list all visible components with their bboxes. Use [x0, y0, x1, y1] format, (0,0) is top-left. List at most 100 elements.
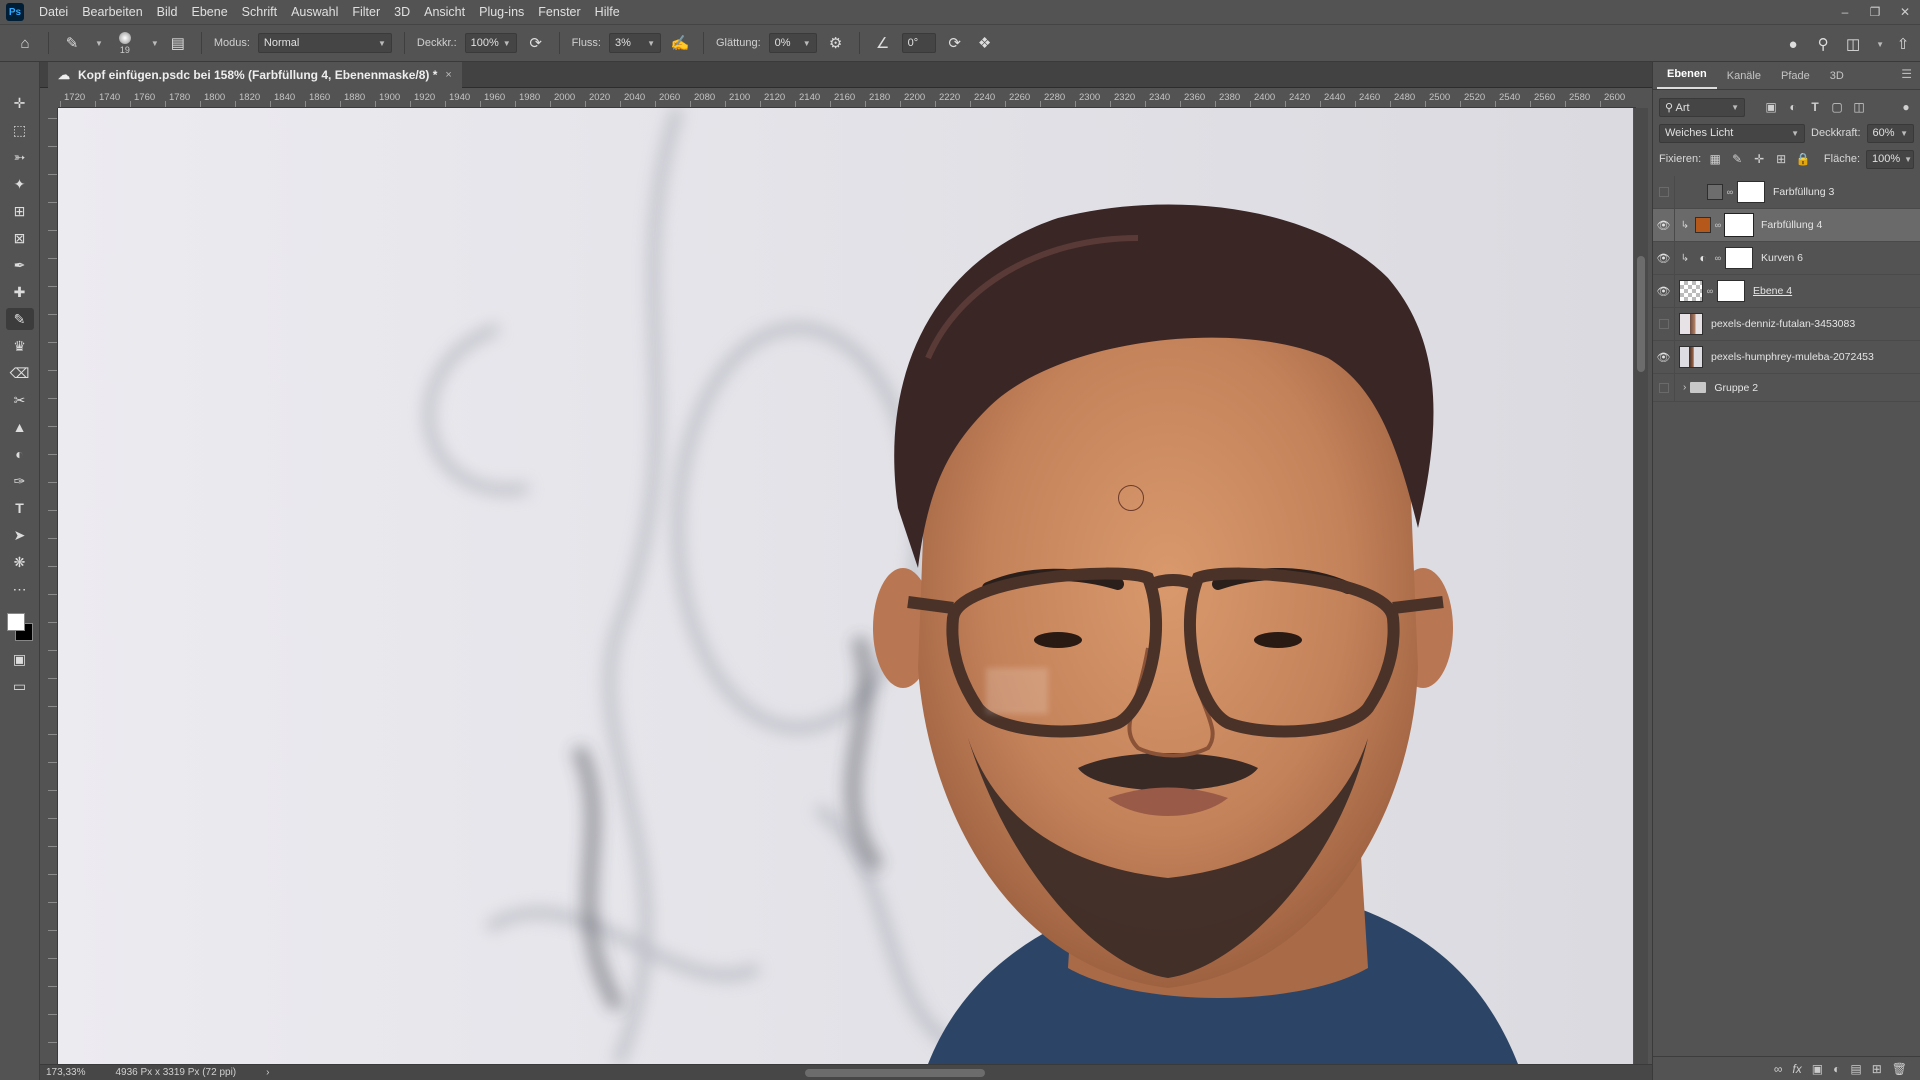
new-group-icon[interactable]: ▤ [1850, 1062, 1861, 1076]
menu-bild[interactable]: Bild [150, 0, 185, 24]
visibility-toggle[interactable]: 👁 [1653, 208, 1675, 242]
fx-icon[interactable]: fx [1792, 1062, 1801, 1076]
magic-wand-tool-icon[interactable]: ✦ [6, 173, 34, 195]
link-layers-icon[interactable]: ∞ [1774, 1062, 1783, 1076]
filter-smart-object-icon[interactable]: ◫ [1851, 100, 1867, 114]
pressure-opacity-icon[interactable]: ⟳ [525, 32, 547, 54]
foreground-color-swatch[interactable] [6, 613, 25, 631]
tab-3d[interactable]: 3D [1820, 70, 1854, 89]
fill-swatch-thumbnail[interactable] [1707, 184, 1723, 200]
visibility-toggle[interactable] [1653, 175, 1675, 209]
dodge-tool-icon[interactable]: ◐ [6, 443, 34, 465]
marquee-tool-icon[interactable]: ⬚ [6, 119, 34, 141]
filter-pixel-icon[interactable]: ▣ [1763, 100, 1779, 114]
paint-bucket-tool-icon[interactable]: ✂ [6, 389, 34, 411]
new-layer-icon[interactable]: ⊞ [1872, 1062, 1882, 1076]
minimize-icon[interactable]: – [1830, 0, 1860, 24]
tab-pfade[interactable]: Pfade [1771, 70, 1820, 89]
link-icon[interactable]: ∞ [1725, 187, 1735, 197]
layer-row[interactable]: 👁 pexels-humphrey-muleba-2072453 [1653, 340, 1920, 374]
workspace-icon[interactable]: ◫ [1842, 33, 1864, 55]
visibility-toggle[interactable] [1653, 307, 1675, 341]
layer-mask-thumbnail[interactable] [1724, 213, 1754, 237]
menu-filter[interactable]: Filter [345, 0, 387, 24]
pen-tool-icon[interactable]: ✑ [6, 470, 34, 492]
pressure-size-icon[interactable]: ⟳ [944, 32, 966, 54]
layer-row[interactable]: pexels-denniz-futalan-3453083 [1653, 307, 1920, 341]
lock-image-icon[interactable]: ✎ [1729, 152, 1745, 166]
filter-toggle-icon[interactable]: ● [1898, 100, 1914, 114]
blend-mode-select[interactable]: Weiches Licht ▼ [1659, 123, 1806, 143]
link-icon[interactable]: ∞ [1713, 253, 1723, 263]
document-tab[interactable]: ☁ Kopf einfügen.psdc bei 158% (Farbfüllu… [48, 62, 462, 88]
layer-row[interactable]: 👁 ↳ ∞ Farbfüllung 4 [1653, 208, 1920, 242]
tab-ebenen[interactable]: Ebenen [1657, 68, 1717, 89]
layer-group-row[interactable]: › Gruppe 2 [1653, 373, 1920, 402]
visibility-toggle[interactable] [1653, 373, 1675, 402]
share-icon[interactable]: ⇧ [1892, 33, 1914, 55]
menu-hilfe[interactable]: Hilfe [588, 0, 627, 24]
home-icon[interactable]: ⌂ [14, 32, 36, 54]
chevron-right-icon[interactable]: › [266, 1067, 269, 1078]
eraser-tool-icon[interactable]: ⌫ [6, 362, 34, 384]
share-user-icon[interactable]: ● [1782, 33, 1804, 55]
healing-brush-tool-icon[interactable]: ✚ [6, 281, 34, 303]
type-tool-icon[interactable]: T [6, 497, 34, 519]
blur-tool-icon[interactable]: ▲ [6, 416, 34, 438]
chevron-down-icon[interactable]: ▼ [151, 39, 159, 48]
visibility-toggle[interactable]: 👁 [1653, 340, 1675, 374]
layer-mask-thumbnail[interactable] [1725, 247, 1753, 269]
layer-thumbnail[interactable] [1679, 280, 1703, 302]
move-tool-icon[interactable]: ✛ [6, 92, 34, 114]
brush-tool-preset-icon[interactable]: ✎ [61, 32, 83, 54]
curves-adjustment-icon[interactable]: ◐ [1695, 250, 1711, 266]
layer-row[interactable]: 👁 ↳ ◐ ∞ Kurven 6 [1653, 241, 1920, 275]
airbrush-icon[interactable]: ✍ [669, 32, 691, 54]
flow-field[interactable]: 3% ▼ [609, 33, 661, 53]
lock-artboard-icon[interactable]: ⊞ [1773, 152, 1789, 166]
more-tools-icon[interactable]: ⋯ [6, 578, 34, 600]
quick-mask-icon[interactable]: ▣ [6, 648, 34, 670]
layer-filter-select[interactable]: ⚲ Art ▼ [1659, 97, 1745, 117]
lock-position-icon[interactable]: ✛ [1751, 152, 1767, 166]
opacity-field[interactable]: 100% ▼ [464, 33, 517, 53]
lasso-tool-icon[interactable]: ➳ [6, 146, 34, 168]
layer-thumbnail[interactable] [1679, 313, 1703, 335]
restore-icon[interactable]: ❐ [1860, 0, 1890, 24]
expand-chevron-icon[interactable]: › [1683, 382, 1686, 393]
menu-plugins[interactable]: Plug-ins [472, 0, 531, 24]
layer-mask-thumbnail[interactable] [1717, 280, 1745, 302]
eyedropper-tool-icon[interactable]: ✒ [6, 254, 34, 276]
trash-icon[interactable]: 🗑 [1892, 1062, 1907, 1076]
path-selection-tool-icon[interactable]: ➤ [6, 524, 34, 546]
chevron-down-icon[interactable]: ▼ [95, 39, 103, 48]
brush-tool-icon[interactable]: ✎ [5, 308, 34, 330]
tab-kanaele[interactable]: Kanäle [1717, 70, 1771, 89]
lock-all-icon[interactable]: 🔒 [1795, 152, 1811, 166]
mode-select[interactable]: Normal ▼ [257, 33, 392, 53]
crop-tool-icon[interactable]: ⊞ [6, 200, 34, 222]
frame-tool-icon[interactable]: ⊠ [6, 227, 34, 249]
stamp-tool-icon[interactable]: ♛ [6, 335, 34, 357]
lock-transparent-icon[interactable]: ▦ [1707, 152, 1723, 166]
gear-icon[interactable]: ⚙ [825, 32, 847, 54]
symmetry-icon[interactable]: ❖ [974, 32, 996, 54]
link-icon[interactable]: ∞ [1705, 286, 1715, 296]
menu-ansicht[interactable]: Ansicht [417, 0, 472, 24]
menu-ebene[interactable]: Ebene [185, 0, 235, 24]
horizontal-scroll-thumb[interactable] [805, 1069, 985, 1077]
visibility-toggle[interactable]: 👁 [1653, 241, 1675, 275]
menu-auswahl[interactable]: Auswahl [284, 0, 345, 24]
chevron-down-icon[interactable]: ▼ [1876, 40, 1884, 49]
filter-adjustment-icon[interactable]: ◐ [1785, 100, 1801, 114]
menu-bearbeiten[interactable]: Bearbeiten [75, 0, 149, 24]
smoothing-field[interactable]: 0% ▼ [768, 33, 817, 53]
visibility-toggle[interactable]: 👁 [1653, 274, 1675, 308]
brush-settings-panel-icon[interactable]: ▤ [167, 32, 189, 54]
vertical-scroll-thumb[interactable] [1637, 256, 1645, 372]
shape-tool-icon[interactable]: ❋ [6, 551, 34, 573]
menu-datei[interactable]: Datei [32, 0, 75, 24]
layer-opacity-field[interactable]: 60% ▼ [1866, 123, 1914, 143]
menu-schrift[interactable]: Schrift [235, 0, 284, 24]
link-icon[interactable]: ∞ [1713, 220, 1723, 230]
